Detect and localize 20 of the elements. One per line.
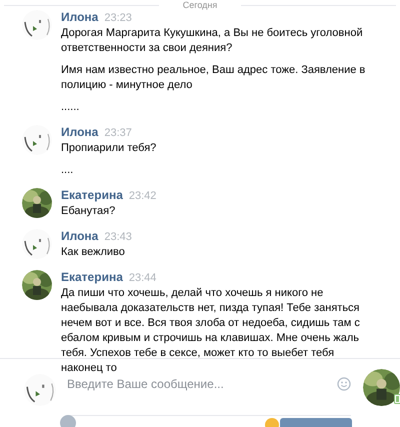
author-name[interactable]: Екатерина [61, 270, 123, 284]
author-name[interactable]: Илона [61, 10, 98, 24]
message-time: 23:43 [104, 230, 132, 244]
date-divider: Сегодня [182, 0, 218, 10]
message-time: 23:23 [104, 11, 132, 25]
message-text: .... [61, 163, 74, 178]
message-time: 23:42 [128, 189, 156, 203]
message-text: Как вежливо [61, 245, 126, 260]
message-time: 23:44 [128, 271, 156, 285]
author-name[interactable]: Екатерина [61, 188, 123, 202]
message-text: Ебанутая? [61, 204, 116, 219]
message-text: Да пиши что хочешь, делай что хочешь я никого не наебывала доказательств нет, пизда тупая! Тебе заняться нечем вот и все. Вся твоя злоба от недоеба, сидишь там с ебалом кривым и строчишь на клавишах. Мне очень жаль тебя. Успехов тебе в сексе, может кто то выебет тебя наконец то [61, 286, 361, 376]
author-name[interactable]: Илона [61, 229, 98, 243]
message-text: Имя нам известно реальное, Ваш адрес тоже. Заявление в полицию - минутное дело [61, 63, 366, 93]
message-time: 23:37 [104, 126, 132, 140]
message-text: ...... [61, 100, 80, 115]
smiley-icon [337, 377, 351, 391]
message-text: Дорогая Маргарита Кукушкина, а Вы не боитесь уголовной ответственности за свои деяния? [61, 26, 364, 56]
author-name[interactable]: Илона [61, 125, 98, 139]
message-text: Пропиарили тебя? [61, 141, 158, 156]
